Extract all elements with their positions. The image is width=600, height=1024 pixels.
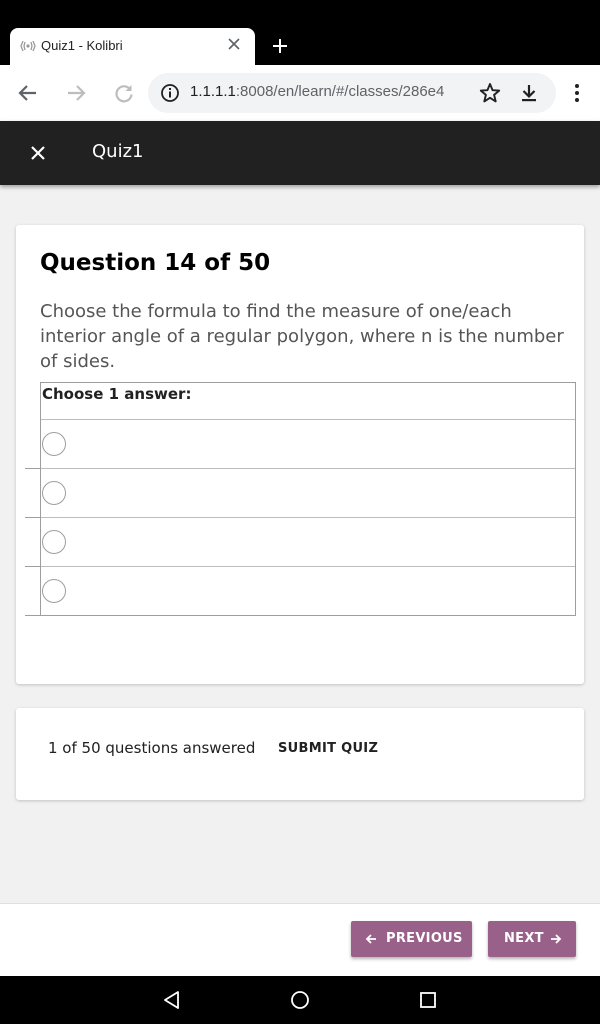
arrow-right-icon [551, 934, 562, 944]
question-navigation: PREVIOUS NEXT [0, 903, 600, 976]
close-icon[interactable] [227, 37, 241, 51]
forward-arrow-icon[interactable] [64, 81, 88, 105]
url-path: :8008/en/learn/#/classes/286e4 [235, 83, 445, 100]
submit-quiz-button[interactable]: SUBMIT QUIZ [270, 733, 386, 763]
previous-label: PREVIOUS [386, 931, 463, 946]
radio-button[interactable] [42, 432, 66, 456]
address-bar[interactable]: 1.1.1.1:8008/en/learn/#/classes/286e4 [148, 73, 556, 113]
tab-title: Quiz1 - Kolibri [41, 38, 123, 53]
browser-toolbar: 1.1.1.1:8008/en/learn/#/classes/286e4 [0, 65, 600, 121]
row-divider [25, 566, 41, 567]
more-vert-icon[interactable] [565, 81, 589, 105]
android-recents-icon[interactable] [417, 989, 439, 1011]
answer-choice-2[interactable] [25, 468, 575, 518]
previous-button[interactable]: PREVIOUS [351, 921, 472, 957]
row-divider [25, 468, 41, 469]
info-icon[interactable] [160, 83, 180, 103]
radio-button[interactable] [42, 481, 66, 505]
close-icon[interactable] [26, 141, 50, 165]
back-arrow-icon[interactable] [16, 81, 40, 105]
app-bar: Quiz1 [0, 121, 600, 185]
quiz-progress-card: 1 of 50 questions answered SUBMIT QUIZ [16, 708, 584, 800]
question-card: Question 14 of 50 Choose the formula to … [16, 225, 584, 684]
system-navigation-bar [0, 976, 600, 1024]
answers-label: Choose 1 answer: [42, 385, 192, 403]
row-divider [25, 517, 41, 518]
answered-count: 1 of 50 questions answered [48, 739, 256, 757]
plus-icon[interactable] [270, 36, 290, 56]
row-divider [25, 615, 41, 616]
url-host: 1.1.1.1 [190, 83, 236, 100]
next-button[interactable]: NEXT [488, 921, 576, 957]
answer-choice-1[interactable] [25, 419, 575, 469]
star-icon[interactable] [478, 81, 502, 105]
question-prompt: Choose the formula to find the measure o… [40, 301, 564, 372]
reload-icon[interactable] [112, 81, 136, 105]
browser-tab[interactable]: Quiz1 - Kolibri [10, 28, 255, 65]
android-home-icon[interactable] [289, 989, 311, 1011]
answer-choice-4[interactable] [25, 566, 575, 616]
next-label: NEXT [504, 931, 544, 946]
question-heading: Question 14 of 50 [40, 250, 271, 276]
arrow-left-icon [365, 934, 376, 944]
android-back-icon[interactable] [161, 989, 183, 1011]
browser-tab-strip: Quiz1 - Kolibri [0, 0, 600, 65]
answer-choices: Choose 1 answer: [25, 382, 576, 616]
radio-button[interactable] [42, 530, 66, 554]
kolibri-favicon [20, 40, 36, 52]
radio-button[interactable] [42, 579, 66, 603]
answer-choice-3[interactable] [25, 517, 575, 567]
download-icon[interactable] [517, 81, 541, 105]
page-title: Quiz1 [92, 141, 144, 162]
url-text[interactable]: 1.1.1.1:8008/en/learn/#/classes/286e4 [190, 83, 468, 100]
